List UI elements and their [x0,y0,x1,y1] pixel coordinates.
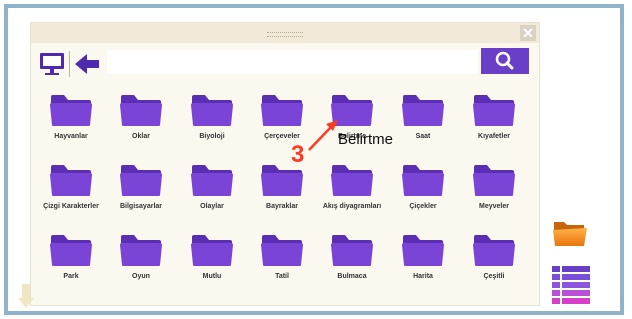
folder-label: Çerçeveler [264,133,300,140]
folder-item[interactable]: Çiçekler [388,163,458,219]
folder-label: Park [63,273,79,280]
folder-icon [473,235,515,266]
folder-item[interactable]: Bilgisayarlar [106,163,176,219]
folder-icon [331,235,373,266]
folder-icon [261,165,303,196]
folder-label: Bilgisayarlar [119,203,163,210]
folder-item[interactable]: Mutlu [177,233,247,289]
folder-item[interactable]: Oyun [106,233,176,289]
folder-icon [120,235,162,266]
folder-icon [50,235,92,266]
folder-item[interactable]: Çizgi Karakterler [36,163,106,219]
folder-item[interactable]: Hayvanlar [36,93,106,149]
folder-item[interactable]: Oklar [106,93,176,149]
folder-item[interactable]: Belirtme [317,93,387,149]
folder-label: Çiçekler [409,203,437,210]
search-input[interactable] [107,50,478,74]
close-icon[interactable]: ✕ [520,25,536,41]
folder-label: Çizgi Karakterler [43,203,99,210]
folder-item[interactable]: Biyoloji [177,93,247,149]
folder-item[interactable]: Bayraklar [247,163,317,219]
folder-label: Tatil [275,273,289,280]
folder-icon [50,95,92,126]
folder-icon [261,95,303,126]
folder-label: Olaylar [200,203,224,210]
folder-label: Mutlu [202,273,222,280]
folder-item[interactable]: Tatil [247,233,317,289]
drag-grip[interactable] [267,32,303,37]
monitor-icon[interactable] [39,51,65,77]
toolbar-divider [69,51,70,77]
folder-label: Saat [415,133,431,140]
folder-label: Hayvanlar [54,133,88,140]
folder-item[interactable]: Bulmaca [317,233,387,289]
folder-item[interactable]: Saat [388,93,458,149]
toolbar [31,47,539,81]
folder-icon [402,165,444,196]
folder-icon [331,95,373,126]
search-button[interactable] [481,48,529,74]
folder-label: Oyun [132,273,150,280]
folder-label: Bayraklar [266,203,298,210]
folder-icon [120,165,162,196]
folder-label: Meyveler [479,203,509,210]
folder-label: Bulmaca [337,273,367,280]
folder-label: Biyoloji [199,133,225,140]
folder-item[interactable]: Çerçeveler [247,93,317,149]
folder-item[interactable]: Harita [388,233,458,289]
folder-icon [191,95,233,126]
folder-icon [191,165,233,196]
folder-item[interactable]: Olaylar [177,163,247,219]
folder-item[interactable]: Meyveler [459,163,529,219]
folder-label: Akış diyagramları [322,203,382,210]
folder-open-icon[interactable] [552,218,588,248]
folder-icon [473,165,515,196]
folder-label: Çeşitli [483,273,505,280]
folder-icon [473,95,515,126]
folder-icon [331,165,373,196]
folder-icon [120,95,162,126]
arrow-left-icon[interactable] [73,51,101,77]
folder-item[interactable]: Park [36,233,106,289]
folder-icon [191,235,233,266]
dialog-titlebar[interactable]: ✕ [31,23,539,43]
folder-label: Belirtme [337,133,366,140]
folder-label: Kıyafetler [478,133,510,140]
folder-item[interactable]: Kıyafetler [459,93,529,149]
folder-item[interactable]: Çeşitli [459,233,529,289]
folder-icon [50,165,92,196]
search-icon [495,51,514,70]
folder-label: Harita [413,273,433,280]
list-menu-icon[interactable] [552,266,590,304]
clipart-dialog: ✕ Hayvanlar Oklar Biyoloji Çerçeveler Belirt… [30,22,540,306]
folder-icon [402,235,444,266]
folder-label: Oklar [132,133,150,140]
folder-icon [261,235,303,266]
folder-item[interactable]: Akış diyagramları [317,163,387,219]
folder-icon [402,95,444,126]
chevron-down-icon[interactable] [18,284,34,308]
